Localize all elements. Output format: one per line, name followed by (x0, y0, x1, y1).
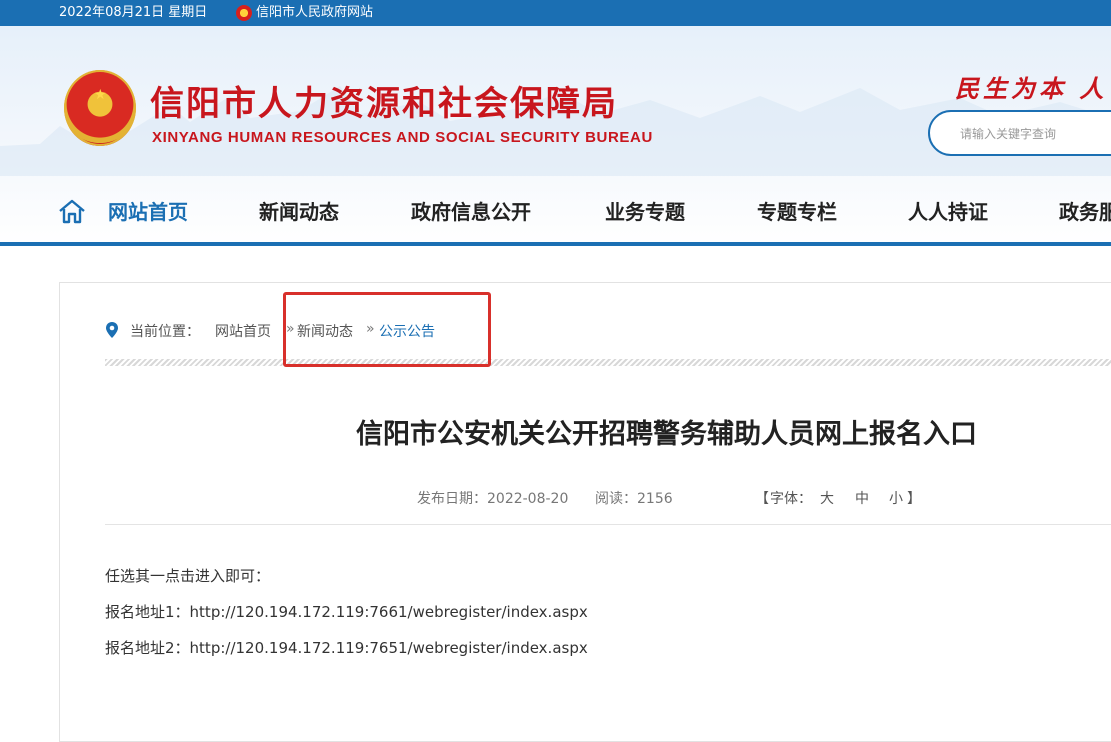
search-input[interactable] (958, 122, 1111, 146)
font-size-label: 字体： (770, 491, 812, 507)
nav-item-gov-service[interactable]: 政务服 (1059, 196, 1111, 225)
nav-item-business[interactable]: 业务专题 (605, 196, 685, 225)
registration-link-1[interactable]: 报名地址1：http://120.194.172.119:7661/webreg… (105, 601, 588, 622)
home-icon[interactable] (58, 198, 86, 224)
site-title-en: XINYANG HUMAN RESOURCES AND SOCIAL SECUR… (152, 129, 653, 146)
breadcrumb-home[interactable]: 网站首页 (215, 321, 271, 341)
national-emblem-icon: ★ (64, 70, 136, 146)
national-emblem-icon (236, 5, 252, 21)
read-count: 阅读：2156 (595, 491, 673, 507)
content-divider (105, 524, 1111, 525)
font-medium-button[interactable]: 中 (855, 488, 869, 508)
font-large-button[interactable]: 大 (820, 488, 834, 508)
bracket-open: 【 (755, 491, 769, 507)
publish-date: 发布日期：2022-08-20 (417, 491, 569, 507)
highlight-box (283, 292, 491, 367)
search-box[interactable] (928, 110, 1111, 156)
main-nav: 网站首页 新闻动态 政府信息公开 业务专题 专题专栏 人人持证 政务服 (0, 186, 1111, 236)
article-title: 信阳市公安机关公开招聘警务辅助人员网上报名入口 (356, 419, 977, 450)
location-pin-icon (106, 322, 118, 338)
content-card (59, 282, 1111, 742)
nav-item-special-column[interactable]: 专题专栏 (757, 196, 837, 225)
top-utility-bar: 2022年08月21日 星期日 信阳市人民政府网站 (0, 0, 1111, 26)
nav-item-home[interactable]: 网站首页 (108, 196, 188, 225)
nav-item-news[interactable]: 新闻动态 (259, 196, 339, 225)
breadcrumb-label: 当前位置： (130, 324, 200, 340)
font-small-button[interactable]: 小 (889, 488, 903, 508)
slogan: 民生为本 人 (955, 74, 1108, 103)
article-paragraph: 任选其一点击进入即可： (105, 567, 271, 585)
star-icon: ★ (94, 87, 107, 103)
nav-item-gov-info[interactable]: 政府信息公开 (411, 196, 531, 225)
registration-link-2[interactable]: 报名地址2：http://120.194.172.119:7651/webreg… (105, 637, 588, 658)
gov-website-link[interactable]: 信阳市人民政府网站 (256, 0, 373, 26)
bracket-close: 】 (907, 491, 921, 507)
hatched-divider (105, 359, 1111, 366)
current-date: 2022年08月21日 星期日 (59, 5, 208, 20)
site-title: 信阳市人力资源和社会保障局 (150, 84, 618, 124)
nav-item-certification[interactable]: 人人持证 (908, 196, 988, 225)
